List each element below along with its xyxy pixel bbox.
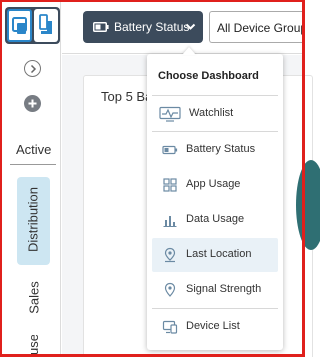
menu-header: Choose Dashboard xyxy=(158,70,259,82)
divider xyxy=(152,95,278,96)
dashboard-selector-button[interactable]: Battery Status xyxy=(83,11,203,43)
choose-dashboard-menu: Choose Dashboard Watchlist Battery Statu… xyxy=(147,54,283,350)
device-list-icon xyxy=(162,320,178,334)
app-grid-icon xyxy=(163,178,177,192)
tab-label: Sales xyxy=(26,281,42,314)
divider xyxy=(152,308,278,309)
signal-pin-icon xyxy=(164,282,176,297)
menu-item-label: Watchlist xyxy=(189,107,234,119)
battery-phone-icon xyxy=(34,9,58,42)
chevron-right-icon[interactable] xyxy=(24,60,41,77)
watchlist-icon xyxy=(159,106,181,122)
bar-chart-icon xyxy=(163,216,177,227)
battery-icon xyxy=(93,22,109,32)
device-group-value: All Device Groups xyxy=(217,21,304,35)
battery-icon xyxy=(162,145,178,155)
tab-label: Distribution xyxy=(25,186,41,253)
menu-item-battery-status[interactable]: Battery Status xyxy=(152,133,278,167)
section-label-active: Active xyxy=(16,142,52,157)
tab-distribution[interactable]: Distribution xyxy=(17,177,50,265)
divider xyxy=(152,131,278,132)
location-pin-icon xyxy=(164,247,176,263)
menu-caret xyxy=(182,47,196,55)
menu-item-label: App Usage xyxy=(186,178,241,190)
menu-item-app-usage[interactable]: App Usage xyxy=(152,168,278,202)
menu-item-signal-strength[interactable]: Signal Strength xyxy=(152,273,278,307)
chevron-down-icon xyxy=(185,23,196,30)
tab-label: use xyxy=(26,335,41,355)
menu-item-label: Signal Strength xyxy=(186,283,262,295)
menu-item-label: Device List xyxy=(186,320,240,332)
menu-item-data-usage[interactable]: Data Usage xyxy=(152,203,278,237)
tab-sales[interactable]: Sales xyxy=(17,270,50,330)
menu-item-label: Data Usage xyxy=(186,213,245,225)
device-group-select[interactable]: All Device Groups xyxy=(209,11,304,43)
device-dashboard-logo[interactable] xyxy=(5,7,60,44)
chart-graphic xyxy=(296,160,320,250)
monitor-icon xyxy=(7,9,32,42)
menu-item-label: Last Location xyxy=(186,248,252,260)
sidebar: Active Distribution Sales use xyxy=(2,2,61,355)
menu-item-device-list[interactable]: Device List xyxy=(152,310,278,344)
card-title: Top 5 Ba xyxy=(101,89,153,104)
menu-item-label: Battery Status xyxy=(186,143,256,155)
menu-item-last-location[interactable]: Last Location xyxy=(152,238,278,272)
menu-item-watchlist[interactable]: Watchlist xyxy=(152,97,278,131)
divider xyxy=(10,164,56,165)
plus-icon[interactable] xyxy=(24,95,41,112)
tab-use[interactable]: use xyxy=(17,335,50,357)
dashboard-selector-label: Battery Status xyxy=(114,20,190,34)
